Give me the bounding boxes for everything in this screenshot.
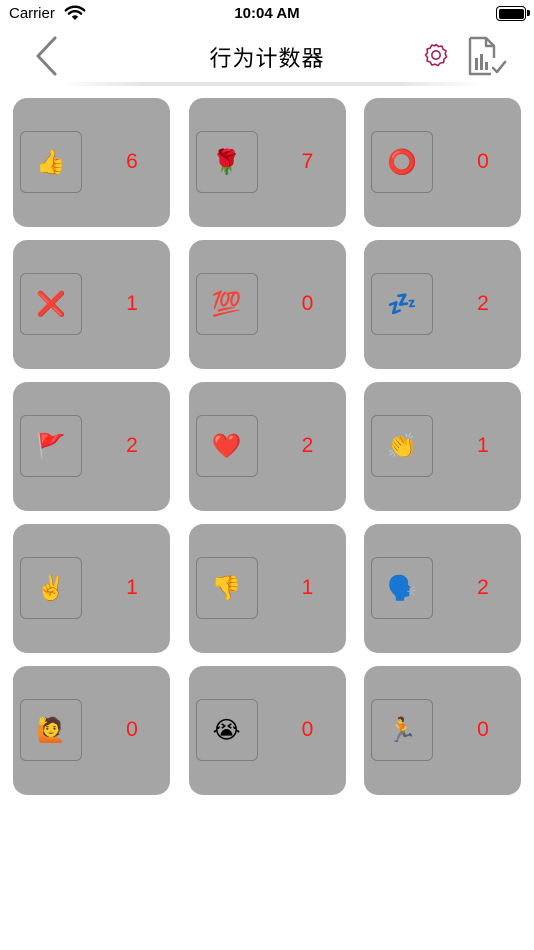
counter-card[interactable]: ❤️ 2 — [188, 382, 346, 511]
emoji-button[interactable]: 🚩 — [20, 415, 82, 477]
zzz-icon: 💤 — [387, 290, 417, 318]
counter-card[interactable]: 🏃 0 — [364, 666, 521, 795]
page-title: 行为计数器 — [209, 47, 325, 72]
count-label: 6 — [126, 150, 138, 173]
counter-card[interactable]: 🌹 7 — [188, 98, 346, 227]
counter-card[interactable]: 🗣️ 2 — [364, 524, 521, 653]
counter-card[interactable]: ❌ 1 — [13, 240, 170, 369]
count-label: 2 — [477, 292, 489, 315]
emoji-button[interactable]: 👍 — [20, 131, 82, 193]
person-running-icon: 🏃 — [387, 716, 417, 744]
emoji-button[interactable]: ❤️ — [195, 415, 258, 477]
thumbs-down-icon: 👎 — [211, 574, 242, 602]
counter-card[interactable]: 👏 1 — [364, 382, 521, 511]
count-label: 7 — [301, 150, 314, 173]
emoji-button[interactable]: 👎 — [195, 557, 258, 619]
battery-icon — [496, 6, 526, 21]
emoji-button[interactable]: ⭕ — [371, 131, 433, 193]
victory-hand-icon: ✌️ — [36, 574, 66, 602]
report-button[interactable] — [464, 34, 510, 78]
rose-icon: 🌹 — [211, 148, 242, 176]
report-check-icon — [468, 36, 507, 76]
count-label: 2 — [126, 434, 138, 457]
battery-tip — [527, 10, 530, 16]
red-heart-icon: ❤️ — [211, 432, 242, 460]
status-bar: Carrier 10:04 AM — [0, 0, 534, 30]
hollow-red-circle-icon: ⭕ — [387, 148, 417, 176]
emoji-button[interactable]: 😭 — [195, 699, 258, 761]
emoji-button[interactable]: 🌹 — [195, 131, 258, 193]
emoji-button[interactable]: 🗣️ — [371, 557, 433, 619]
count-label: 1 — [126, 576, 138, 599]
emoji-button[interactable]: 🏃 — [371, 699, 433, 761]
counter-card[interactable]: 👎 1 — [188, 524, 346, 653]
counter-card[interactable]: 🙋 0 — [13, 666, 170, 795]
emoji-button[interactable]: ❌ — [20, 273, 82, 335]
count-label: 0 — [126, 718, 138, 741]
counter-grid: 👍 6 🌹 7 ⭕ 0 ❌ 1 💯 0 💤 2 🚩 2 ❤️ 2 👏 1 ✌️ 1 👎 1 🗣️ 2 🙋 0 😭 0 🏃 0 — [13, 98, 521, 795]
count-label: 0 — [301, 292, 314, 315]
counter-card[interactable]: 😭 0 — [188, 666, 346, 795]
thumbs-up-icon: 👍 — [36, 148, 66, 176]
counter-card[interactable]: 💤 2 — [364, 240, 521, 369]
counter-card[interactable]: 👍 6 — [13, 98, 170, 227]
count-label: 2 — [301, 434, 314, 457]
hundred-points-icon: 💯 — [211, 290, 242, 318]
counter-card[interactable]: ⭕ 0 — [364, 98, 521, 227]
gear-icon — [424, 43, 448, 67]
counter-card[interactable]: ✌️ 1 — [13, 524, 170, 653]
count-label: 0 — [477, 150, 489, 173]
count-label: 0 — [301, 718, 314, 741]
emoji-button[interactable]: 👏 — [371, 415, 433, 477]
cross-mark-icon: ❌ — [36, 290, 66, 318]
count-label: 0 — [477, 718, 489, 741]
status-time: 10:04 AM — [234, 5, 300, 22]
settings-button[interactable] — [422, 41, 450, 69]
emoji-button[interactable]: 💯 — [195, 273, 258, 335]
triangular-flag-icon: 🚩 — [36, 432, 66, 460]
count-label: 1 — [301, 576, 314, 599]
count-label: 1 — [126, 292, 138, 315]
counter-card[interactable]: 💯 0 — [188, 240, 346, 369]
counter-card[interactable]: 🚩 2 — [13, 382, 170, 511]
emoji-button[interactable]: 💤 — [371, 273, 433, 335]
nav-divider — [60, 82, 480, 86]
loudly-crying-face-icon: 😭 — [212, 716, 241, 744]
nav-bar: 行为计数器 — [0, 30, 534, 86]
count-label: 1 — [477, 434, 489, 457]
emoji-button[interactable]: ✌️ — [20, 557, 82, 619]
count-label: 2 — [477, 576, 489, 599]
clapping-hands-icon: 👏 — [387, 432, 417, 460]
person-raising-hand-icon: 🙋 — [36, 716, 66, 744]
emoji-button[interactable]: 🙋 — [20, 699, 82, 761]
speaking-head-icon: 🗣️ — [387, 574, 417, 602]
